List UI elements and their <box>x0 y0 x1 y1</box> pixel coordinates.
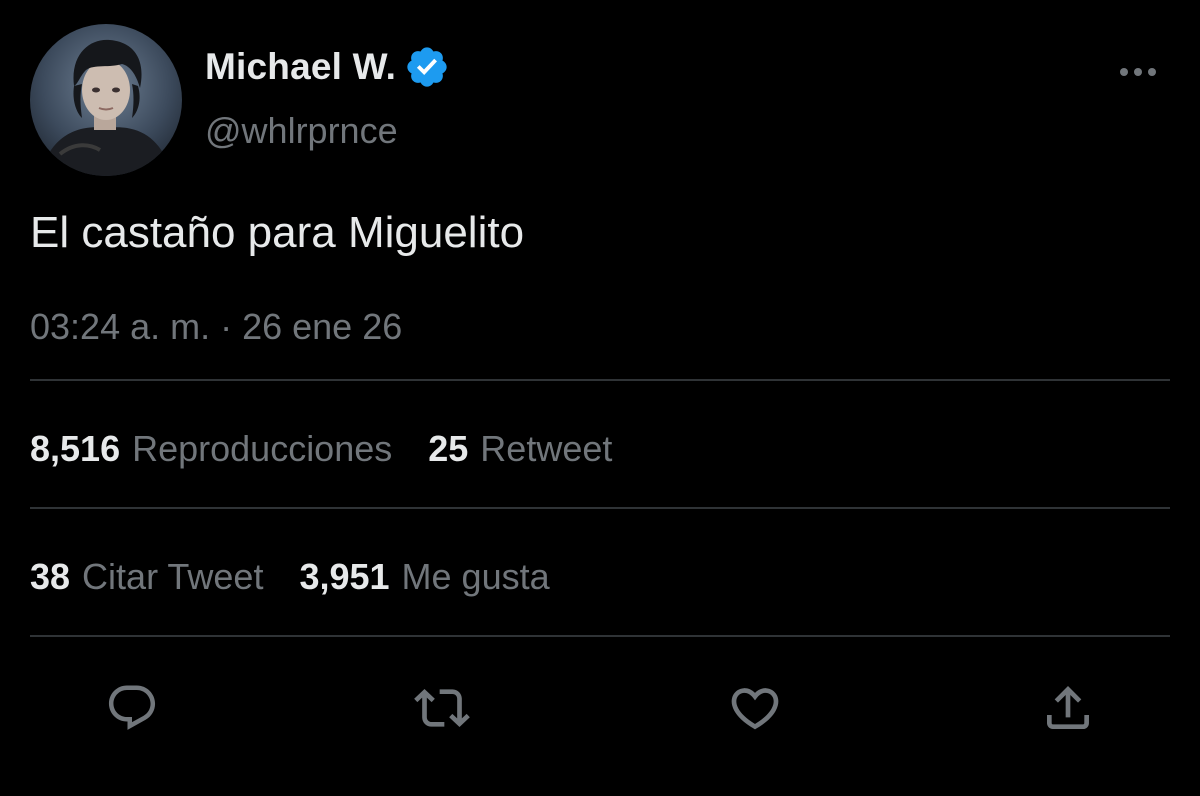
like-button[interactable] <box>727 680 783 736</box>
likes-count[interactable]: 3,951 <box>299 556 389 597</box>
share-button[interactable] <box>1040 680 1096 736</box>
tweet-detail: Michael W. @whlrprnce El castaño para Mi… <box>0 0 1200 796</box>
author-name-row[interactable]: Michael W. <box>205 44 450 90</box>
divider <box>30 635 1170 637</box>
stats-row-primary: 8,516 Reproducciones 25 Retweet <box>30 428 648 470</box>
likes-label[interactable]: Me gusta <box>402 556 550 597</box>
more-horizontal-icon[interactable] <box>1116 58 1160 86</box>
reply-icon <box>108 685 156 730</box>
tweet-text: El castaño para Miguelito <box>30 208 525 257</box>
divider <box>30 507 1170 509</box>
quotes-count[interactable]: 38 <box>30 556 70 597</box>
views-stat: 8,516 Reproducciones <box>30 428 392 470</box>
views-label: Reproducciones <box>132 428 393 469</box>
retweets-stat[interactable]: 25 Retweet <box>428 428 612 470</box>
stats-row-secondary: 38 Citar Tweet 3,951 Me gusta <box>30 556 586 598</box>
retweets-label[interactable]: Retweet <box>480 428 612 469</box>
divider <box>30 379 1170 381</box>
views-count: 8,516 <box>30 428 121 469</box>
retweet-button[interactable] <box>414 680 470 736</box>
quotes-label[interactable]: Citar Tweet <box>82 556 263 597</box>
display-name[interactable]: Michael W. <box>205 46 396 88</box>
verified-badge-icon <box>407 47 447 87</box>
reply-button[interactable] <box>104 680 160 736</box>
avatar[interactable] <box>30 24 182 176</box>
quotes-stat[interactable]: 38 Citar Tweet <box>30 556 263 598</box>
author-handle[interactable]: @whlrprnce <box>205 110 398 152</box>
retweet-icon <box>414 689 470 727</box>
action-bar <box>0 680 1200 736</box>
profile-photo-icon <box>30 24 182 176</box>
likes-stat[interactable]: 3,951 Me gusta <box>299 556 549 598</box>
retweets-count[interactable]: 25 <box>428 428 468 469</box>
tweet-timestamp[interactable]: 03:24 a. m. · 26 ene 26 <box>30 306 402 348</box>
share-icon <box>1047 686 1089 729</box>
heart-icon <box>731 688 779 730</box>
